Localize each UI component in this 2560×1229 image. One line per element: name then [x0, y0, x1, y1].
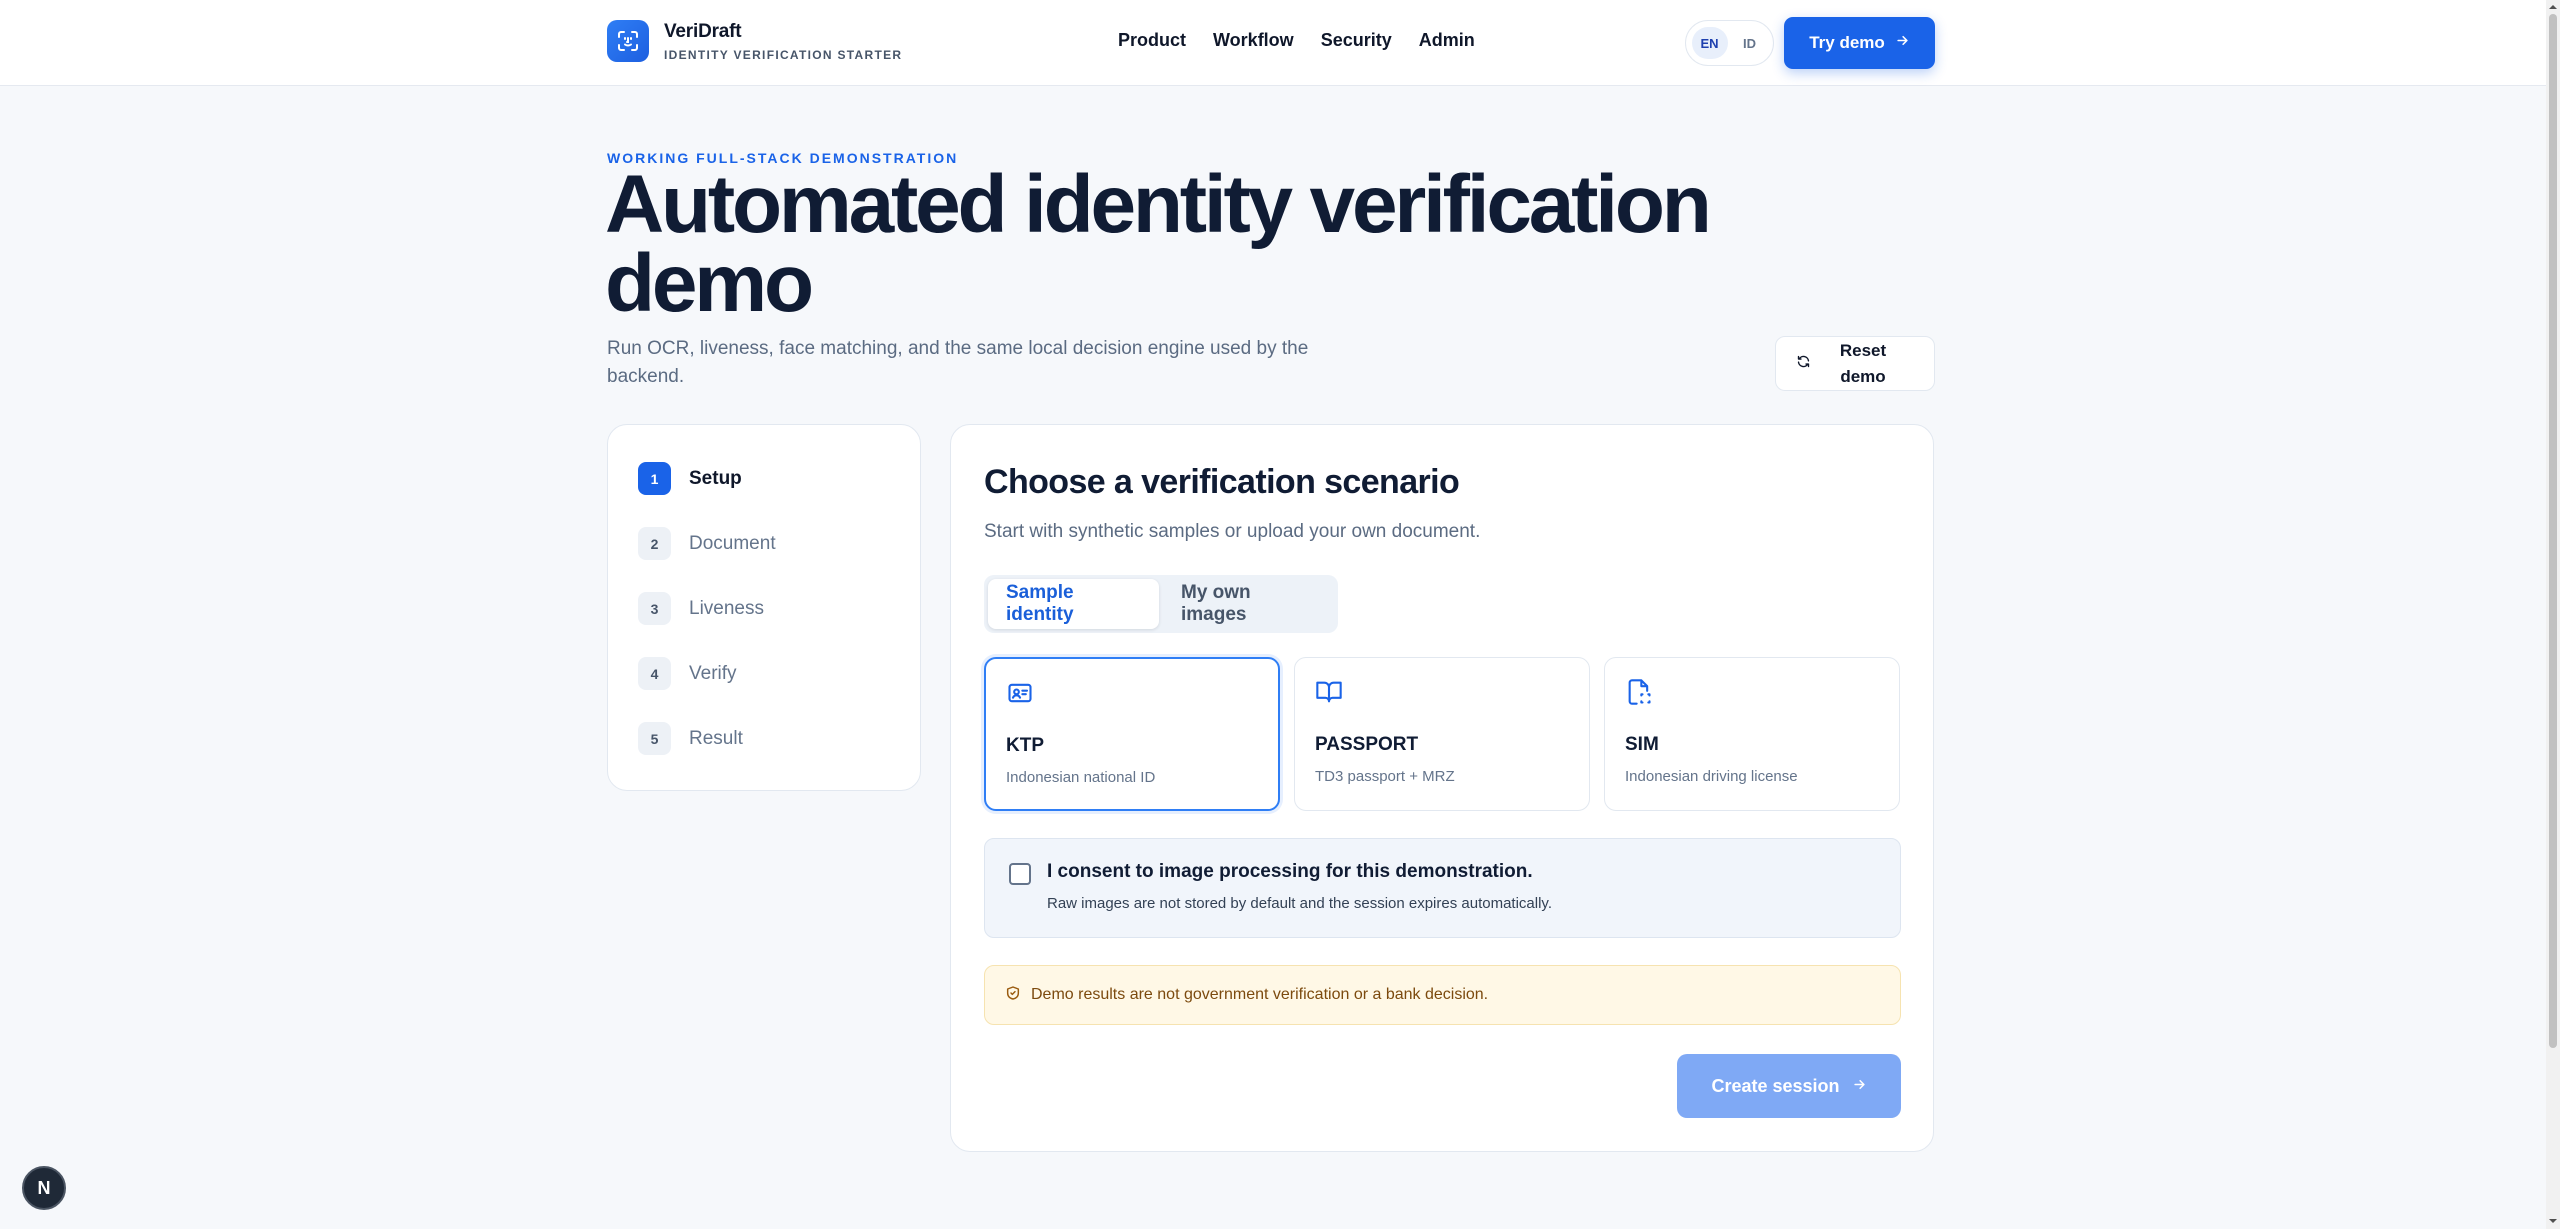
doc-desc: Indonesian national ID: [1006, 769, 1156, 786]
lang-id[interactable]: ID: [1732, 27, 1768, 59]
shield-check-icon: [1005, 985, 1021, 1006]
step-label: Result: [689, 727, 743, 749]
brand-name: VeriDraft: [664, 20, 742, 42]
doc-name: KTP: [1006, 735, 1044, 756]
step-label: Setup: [689, 467, 742, 489]
doc-name: PASSPORT: [1315, 734, 1419, 755]
face-scan-logo-icon: [607, 20, 649, 62]
scenario-card: Choose a verification scenario Start wit…: [950, 424, 1934, 1152]
doc-name: SIM: [1625, 734, 1659, 755]
nextjs-dev-badge[interactable]: N: [22, 1166, 66, 1210]
consent-title: I consent to image processing for this d…: [1047, 861, 1533, 882]
hero-subtitle: Run OCR, liveness, face matching, and th…: [607, 338, 1309, 387]
step-label: Liveness: [689, 597, 764, 619]
tab-sample-identity[interactable]: Sample identity: [988, 579, 1159, 629]
nav-security[interactable]: Security: [1321, 30, 1392, 51]
step-verify[interactable]: 4 Verify: [638, 657, 920, 690]
arrow-right-icon: [1895, 33, 1910, 53]
top-header: VeriDraft IDENTITY VERIFICATION STARTER …: [0, 0, 2546, 86]
page-title: Automated identity verification demo: [605, 159, 1712, 329]
scenario-subtitle: Start with synthetic samples or upload y…: [984, 521, 1481, 542]
book-open-icon: [1315, 678, 1343, 706]
document-options: KTP Indonesian national ID PASSPORT TD3 …: [984, 657, 1900, 811]
demo-warning: Demo results are not government verifica…: [984, 965, 1901, 1025]
warning-text: Demo results are not government verifica…: [1031, 986, 1489, 1003]
step-label: Document: [689, 532, 776, 554]
consent-box: I consent to image processing for this d…: [984, 838, 1901, 938]
step-number: 2: [638, 527, 671, 560]
nav-admin[interactable]: Admin: [1419, 30, 1475, 51]
nav-workflow[interactable]: Workflow: [1213, 30, 1294, 51]
lang-en[interactable]: EN: [1691, 27, 1728, 59]
step-setup[interactable]: 1 Setup: [638, 462, 920, 495]
doc-desc: TD3 passport + MRZ: [1315, 768, 1455, 785]
try-demo-button[interactable]: Try demo: [1784, 17, 1935, 69]
main-nav: Product Workflow Security Admin: [1118, 30, 1475, 51]
reset-demo-button[interactable]: Reset demo: [1775, 336, 1935, 391]
consent-note: Raw images are not stored by default and…: [1047, 895, 1552, 912]
scenario-title: Choose a verification scenario: [984, 463, 1460, 501]
doc-desc: Indonesian driving license: [1625, 768, 1798, 785]
arrow-right-icon: [1852, 1076, 1867, 1097]
id-card-icon: [1006, 679, 1034, 707]
language-switcher: EN ID: [1685, 20, 1774, 66]
reset-demo-label: Reset demo: [1839, 340, 1887, 386]
brand[interactable]: VeriDraft IDENTITY VERIFICATION STARTER: [607, 20, 902, 62]
step-liveness[interactable]: 3 Liveness: [638, 592, 920, 625]
scenario-tabs: Sample identity My own images: [984, 575, 1338, 633]
refresh-icon: [1796, 354, 1811, 374]
step-number: 5: [638, 722, 671, 755]
step-label: Verify: [689, 662, 737, 684]
doc-option-sim[interactable]: SIM Indonesian driving license: [1604, 657, 1900, 811]
step-number: 3: [638, 592, 671, 625]
step-document[interactable]: 2 Document: [638, 527, 920, 560]
file-scan-icon: [1625, 678, 1653, 706]
scrollbar-thumb[interactable]: [2549, 14, 2557, 1048]
create-session-button[interactable]: Create session: [1677, 1054, 1901, 1118]
scroll-down-icon[interactable]: [2549, 1217, 2557, 1225]
try-demo-label: Try demo: [1809, 33, 1885, 52]
step-result[interactable]: 5 Result: [638, 722, 920, 755]
steps-panel: 1 Setup 2 Document 3 Liveness 4 Verify 5…: [607, 424, 921, 791]
nav-product[interactable]: Product: [1118, 30, 1186, 51]
step-number: 4: [638, 657, 671, 690]
step-number: 1: [638, 462, 671, 495]
tab-my-own-images[interactable]: My own images: [1163, 579, 1334, 629]
doc-option-passport[interactable]: PASSPORT TD3 passport + MRZ: [1294, 657, 1590, 811]
doc-option-ktp[interactable]: KTP Indonesian national ID: [984, 657, 1280, 811]
consent-checkbox[interactable]: [1009, 863, 1031, 885]
brand-subtitle: IDENTITY VERIFICATION STARTER: [664, 47, 903, 62]
scroll-up-icon[interactable]: [2549, 3, 2557, 11]
create-session-label: Create session: [1711, 1075, 1840, 1096]
